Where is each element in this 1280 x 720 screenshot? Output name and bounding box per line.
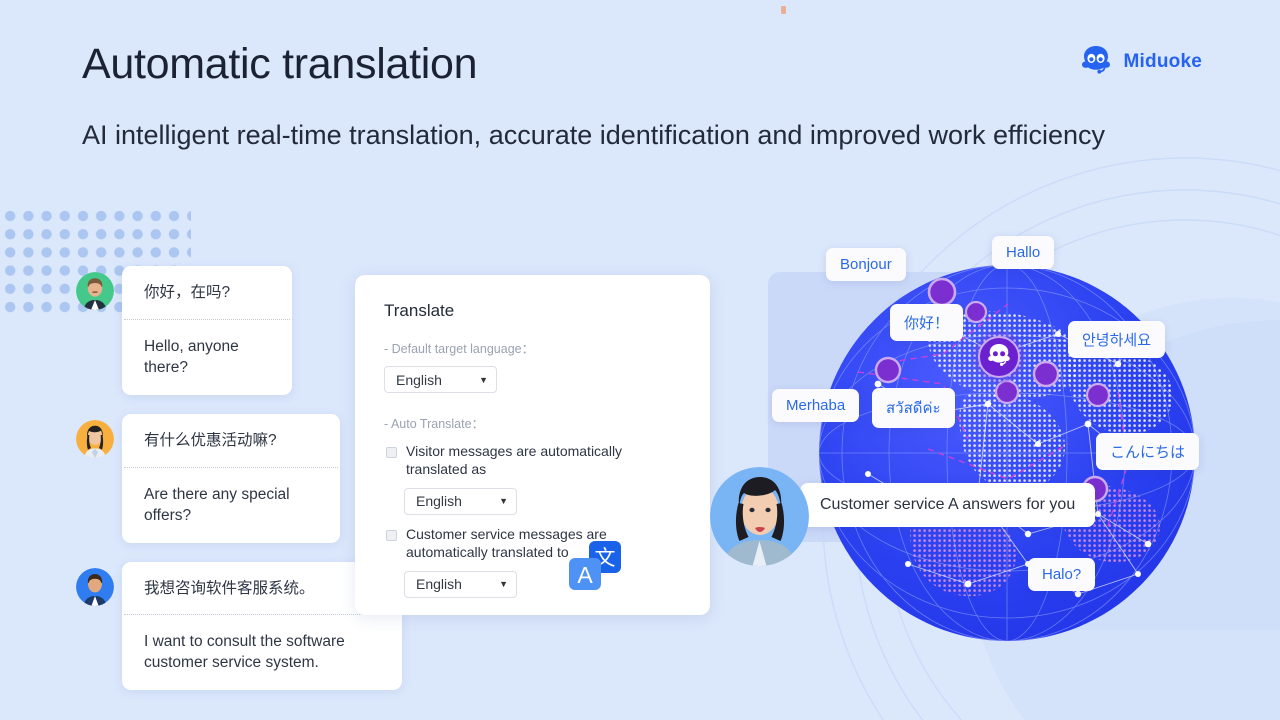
- chat-message-row: 我想咨询软件客服系统。 I want to consult the softwa…: [76, 561, 402, 691]
- agent-auto-translate-row[interactable]: Customer service messages are automatica…: [386, 526, 710, 562]
- greeting-tag-merhaba: Merhaba: [772, 389, 860, 422]
- greeting-tag-hallo: Hallo: [992, 236, 1055, 269]
- chat-bubble: 你好，在吗? Hello, anyone there?: [122, 266, 292, 395]
- visitor-auto-translate-checkbox[interactable]: [386, 447, 397, 458]
- panel-title: Translate: [384, 301, 455, 320]
- agent-speech-bubble: Customer service A answers for you: [790, 483, 1096, 527]
- select-value: English: [396, 371, 442, 388]
- chat-translated-text: Are there any special offers?: [144, 485, 290, 524]
- chevron-down-icon: ▼: [479, 374, 488, 385]
- visitor-auto-translate-label: Visitor messages are automatically trans…: [406, 443, 623, 477]
- greeting-tag-japanese: こんにちは: [1096, 433, 1200, 470]
- chat-bubble: 有什么优惠活动嘛? Are there any special offers?: [122, 413, 340, 543]
- greeting-tag-thai: สวัสดีค่ะ: [872, 388, 955, 428]
- agent-auto-translate-checkbox[interactable]: [386, 529, 397, 541]
- greeting-tag-bonjour: Bonjour: [826, 248, 906, 281]
- greeting-tag-chinese: 你好！: [890, 304, 964, 341]
- chat-translated-text: Hello, anyone there?: [144, 337, 239, 376]
- default-target-language-label: - Default target language：: [384, 342, 535, 356]
- chat-message-row: 你好，在吗? Hello, anyone there?: [76, 266, 402, 395]
- customer-service-agent-avatar: [710, 467, 809, 566]
- page-title: Automatic translation: [82, 40, 478, 88]
- chat-message-row: 有什么优惠活动嘛? Are there any special offers?: [76, 413, 402, 543]
- chat-messages-list: 你好，在吗? Hello, anyone there? 有什么优惠活动嘛? Ar…: [76, 266, 402, 709]
- select-value: English: [416, 493, 462, 510]
- brand-name: Miduoke: [1123, 50, 1202, 72]
- mascot-headset-icon: [1078, 44, 1114, 79]
- male-green-avatar: [76, 272, 114, 310]
- chat-translated-text: I want to consult the software customer …: [144, 633, 345, 672]
- agent-language-select[interactable]: English ▼: [404, 570, 517, 598]
- auto-translate-label: - Auto Translate：: [384, 417, 485, 431]
- female-orange-avatar: [76, 419, 114, 458]
- greeting-tag-halo: Halo?: [1028, 558, 1096, 591]
- translate-settings-panel: Translate - Default target language： Eng…: [355, 275, 710, 615]
- agent-auto-translate-label: Customer service messages are automatica…: [406, 525, 607, 560]
- chevron-down-icon: ▼: [499, 579, 508, 590]
- visitor-language-select[interactable]: English ▼: [404, 487, 517, 515]
- brand-logo[interactable]: Miduoke: [1078, 44, 1202, 79]
- globe-illustration: Bonjour Hallo 你好！ 안녕하세요 Merhaba สวัสดีค่…: [700, 200, 1280, 720]
- chat-source-text: 有什么优惠活动嘛?: [144, 431, 277, 449]
- svg-text:A: A: [577, 562, 593, 588]
- page-subtitle: AI intelligent real-time translation, ac…: [82, 120, 1106, 150]
- mascot-headset-node-icon: [972, 330, 1026, 384]
- select-value: English: [416, 576, 462, 593]
- default-target-language-select[interactable]: English ▼: [384, 366, 497, 393]
- translate-languages-icon: 文 A: [567, 541, 625, 593]
- visitor-auto-translate-row[interactable]: Visitor messages are automatically trans…: [386, 443, 710, 479]
- top-speck-decoration: [781, 6, 786, 14]
- greeting-tag-korean: 안녕하세요: [1068, 321, 1166, 358]
- chevron-down-icon: ▼: [499, 496, 508, 507]
- male-blue-avatar: [76, 567, 114, 606]
- chat-source-text: 你好，在吗?: [144, 284, 231, 301]
